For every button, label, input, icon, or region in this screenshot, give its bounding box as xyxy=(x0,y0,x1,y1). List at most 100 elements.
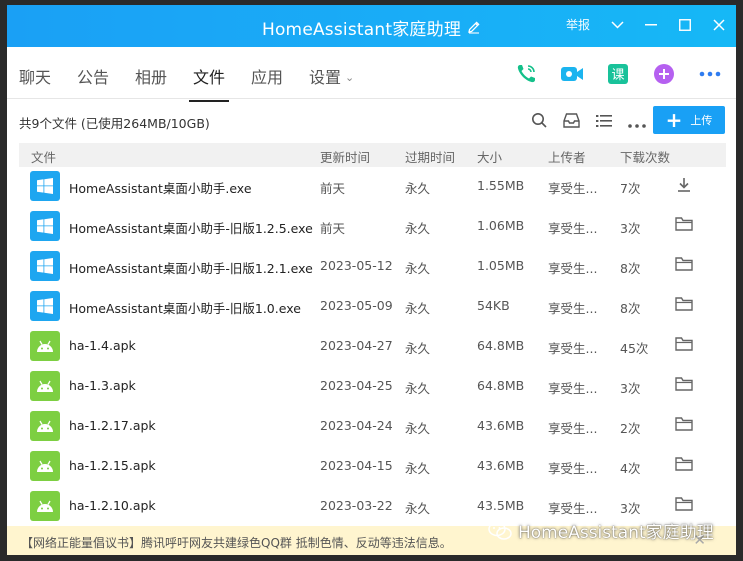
close-notice-icon[interactable]: ✕ xyxy=(693,531,706,549)
file-uploader[interactable]: 享受生... xyxy=(548,178,597,197)
header-size[interactable]: 大小 xyxy=(477,147,502,166)
tool-icons xyxy=(531,112,646,132)
file-date: 前天 xyxy=(320,221,346,236)
file-row[interactable]: ha-1.4.apk 2023-04-27 永久 64.8MB 享受生... 45次 xyxy=(19,326,726,366)
file-row[interactable]: ha-1.2.10.apk 2023-03-22 永久 43.5MB 享受生... 3次 xyxy=(19,486,726,526)
folder-icon[interactable] xyxy=(675,496,693,514)
inbox-icon[interactable] xyxy=(563,112,580,132)
report-button[interactable]: 举报 xyxy=(566,16,590,33)
android-icon xyxy=(30,371,60,401)
notice-text[interactable]: 【网络正能量倡议书】腾讯呼吁网友共建绿色QQ群 抵制色情、反动等违法信息。 xyxy=(21,534,452,551)
android-icon xyxy=(30,491,60,521)
file-size: 64.8MB xyxy=(477,338,525,353)
file-downloads: 8次 xyxy=(620,261,641,276)
file-name[interactable]: ha-1.2.17.apk xyxy=(69,418,156,433)
file-downloads: 4次 xyxy=(620,461,641,476)
file-expire: 永久 xyxy=(405,181,431,196)
upload-button[interactable]: + 上传 xyxy=(653,106,725,134)
file-name[interactable]: HomeAssistant桌面小助手-旧版1.0.exe xyxy=(69,298,301,317)
tab-apps[interactable]: 应用 xyxy=(251,64,283,88)
file-uploader[interactable]: 享受生... xyxy=(548,298,597,317)
file-expire: 永久 xyxy=(405,421,431,436)
folder-icon[interactable] xyxy=(675,216,693,234)
more-icon[interactable] xyxy=(698,62,722,86)
file-downloads: 45次 xyxy=(620,341,649,356)
edit-pencil-icon[interactable] xyxy=(467,20,481,38)
file-name[interactable]: ha-1.3.apk xyxy=(69,378,136,393)
file-name[interactable]: HomeAssistant桌面小助手-旧版1.2.5.exe xyxy=(69,218,313,237)
file-size: 43.6MB xyxy=(477,458,525,473)
folder-icon[interactable] xyxy=(675,256,693,274)
tab-settings[interactable]: 设置 ⌄ xyxy=(309,64,354,88)
folder-icon[interactable] xyxy=(675,456,693,474)
file-count-label: 共9个文件 (已使用264MB/10GB) xyxy=(19,116,210,131)
file-uploader[interactable]: 享受生... xyxy=(548,498,597,517)
file-name[interactable]: HomeAssistant桌面小助手.exe xyxy=(69,178,252,197)
list-view-icon[interactable] xyxy=(596,113,612,132)
folder-icon[interactable] xyxy=(675,296,693,314)
file-name[interactable]: HomeAssistant桌面小助手-旧版1.2.1.exe xyxy=(69,258,313,277)
close-icon[interactable] xyxy=(712,18,726,32)
tab-announcement[interactable]: 公告 xyxy=(77,64,109,88)
file-row[interactable]: ha-1.3.apk 2023-04-25 永久 64.8MB 享受生... 3次 xyxy=(19,366,726,406)
file-uploader[interactable]: 享受生... xyxy=(548,418,597,437)
file-downloads: 8次 xyxy=(620,301,641,316)
tab-files[interactable]: 文件 xyxy=(188,64,230,102)
svg-text:课: 课 xyxy=(611,68,624,83)
file-date: 2023-05-12 xyxy=(320,258,393,273)
file-name[interactable]: ha-1.4.apk xyxy=(69,338,136,353)
file-size: 1.55MB xyxy=(477,178,525,193)
search-icon[interactable] xyxy=(531,112,547,132)
file-row[interactable]: HomeAssistant桌面小助手-旧版1.0.exe 2023-05-09 永久… xyxy=(19,286,726,326)
tab-album[interactable]: 相册 xyxy=(135,64,167,88)
file-uploader[interactable]: 享受生... xyxy=(548,338,597,357)
file-name[interactable]: ha-1.2.10.apk xyxy=(69,498,156,513)
windows-icon xyxy=(30,291,60,321)
minimize-icon[interactable] xyxy=(644,18,658,32)
file-uploader[interactable]: 享受生... xyxy=(548,458,597,477)
maximize-icon[interactable] xyxy=(678,18,692,32)
header-name[interactable]: 文件 xyxy=(31,147,56,166)
download-icon[interactable] xyxy=(675,176,693,194)
header-downloads[interactable]: 下载次数 xyxy=(620,147,670,166)
header-expire[interactable]: 过期时间 xyxy=(405,147,455,166)
file-uploader[interactable]: 享受生... xyxy=(548,258,597,277)
file-row[interactable]: HomeAssistant桌面小助手-旧版1.2.1.exe 2023-05-12… xyxy=(19,246,726,286)
more-options-icon[interactable] xyxy=(628,113,646,132)
plus-icon: + xyxy=(665,108,683,132)
folder-icon[interactable] xyxy=(675,336,693,354)
android-icon xyxy=(30,451,60,481)
title-bar: HomeAssistant家庭助理 举报 xyxy=(7,5,736,47)
file-expire: 永久 xyxy=(405,301,431,316)
file-size: 1.06MB xyxy=(477,218,525,233)
file-downloads: 3次 xyxy=(620,221,641,236)
video-call-icon[interactable] xyxy=(560,62,584,86)
file-row[interactable]: HomeAssistant桌面小助手.exe 前天 永久 1.55MB 享受生... 7次 xyxy=(19,166,726,206)
file-expire: 永久 xyxy=(405,461,431,476)
add-app-icon[interactable] xyxy=(652,62,676,86)
file-uploader[interactable]: 享受生... xyxy=(548,218,597,237)
file-expire: 永久 xyxy=(405,381,431,396)
file-row[interactable]: ha-1.2.17.apk 2023-04-24 永久 43.6MB 享受生... 2次 xyxy=(19,406,726,446)
phone-icon[interactable] xyxy=(514,62,538,86)
folder-icon[interactable] xyxy=(675,376,693,394)
windows-icon xyxy=(30,211,60,241)
folder-icon[interactable] xyxy=(675,416,693,434)
file-name[interactable]: ha-1.2.15.apk xyxy=(69,458,156,473)
notice-bar: 【网络正能量倡议书】腾讯呼吁网友共建绿色QQ群 抵制色情、反动等违法信息。 ✕ xyxy=(7,526,736,555)
lesson-icon[interactable]: 课 xyxy=(606,62,630,86)
file-downloads: 7次 xyxy=(620,181,641,196)
file-row[interactable]: ha-1.2.15.apk 2023-04-15 永久 43.6MB 享受生... 4次 xyxy=(19,446,726,486)
file-uploader[interactable]: 享受生... xyxy=(548,378,597,397)
file-size: 54KB xyxy=(477,298,510,313)
group-window: HomeAssistant家庭助理 举报 聊天 公告 相册 文件 应用 设置 ⌄ … xyxy=(7,5,736,555)
header-date[interactable]: 更新时间 xyxy=(320,147,370,166)
app-shortcuts: 课 xyxy=(514,62,722,86)
chevron-down-icon[interactable] xyxy=(610,18,624,32)
file-row[interactable]: HomeAssistant桌面小助手-旧版1.2.5.exe 前天 永久 1.06MB… xyxy=(19,206,726,246)
header-uploader[interactable]: 上传者 xyxy=(548,147,586,166)
chevron-down-icon: ⌄ xyxy=(345,71,355,84)
file-size: 1.05MB xyxy=(477,258,525,273)
upload-label: 上传 xyxy=(690,114,713,127)
tab-chat[interactable]: 聊天 xyxy=(19,64,51,88)
